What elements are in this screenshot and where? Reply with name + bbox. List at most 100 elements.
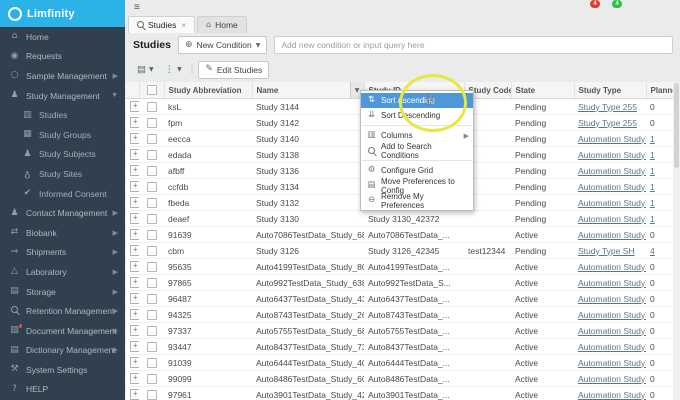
row-expand-button[interactable]: +	[130, 325, 139, 336]
study-type-link[interactable]: Automation StudyT...	[578, 358, 646, 368]
row-checkbox[interactable]	[146, 357, 157, 368]
column-header-check[interactable]	[139, 82, 165, 99]
planned-samples-link[interactable]: 1	[650, 214, 655, 224]
planned-samples-link[interactable]: 1	[650, 182, 655, 192]
row-expand-button[interactable]: +	[130, 261, 139, 272]
sidebar-item-study-subjects[interactable]: ♟ Study Subjects	[0, 145, 125, 165]
study-type-link[interactable]: Automation StudyT...	[578, 262, 646, 272]
study-type-link[interactable]: Automation StudyT...	[578, 134, 646, 144]
sidebar-item-shipments[interactable]: ⇒ Shipments ▶	[0, 243, 125, 263]
sidebar-item-retention-management[interactable]: Retention Management ▶	[0, 301, 125, 321]
menu-item-add-to-search-conditions[interactable]: Add to Search Conditions	[361, 142, 473, 160]
row-expand-button[interactable]: +	[130, 181, 139, 192]
row-expand-button[interactable]: +	[130, 341, 139, 352]
column-header-abbrev[interactable]: Study Abbreviation	[164, 82, 253, 99]
planned-samples-link[interactable]: 1	[650, 166, 655, 176]
study-type-link[interactable]: Automation StudyT...	[578, 198, 646, 208]
study-type-link[interactable]: Study Type SH	[578, 246, 635, 256]
tab-close-icon[interactable]: ×	[181, 21, 186, 30]
column-header-expand[interactable]	[126, 82, 140, 99]
vertical-scrollbar[interactable]	[673, 82, 680, 400]
study-type-link[interactable]: Automation StudyT...	[578, 230, 646, 240]
menu-item-remove-my-preferences[interactable]: ⊖ Remove My Preferences	[361, 192, 473, 210]
row-expand-button[interactable]: +	[130, 229, 139, 240]
row-checkbox[interactable]	[146, 181, 157, 192]
row-expand-button[interactable]: +	[130, 293, 139, 304]
row-expand-button[interactable]: +	[130, 101, 139, 112]
brand-header[interactable]: Limfinity	[0, 0, 125, 27]
study-type-link[interactable]: Automation StudyT...	[578, 374, 646, 384]
row-checkbox[interactable]	[146, 325, 157, 336]
row-expand-button[interactable]: +	[130, 165, 139, 176]
sidebar-item-home[interactable]: ⌂ Home	[0, 27, 125, 47]
row-checkbox[interactable]	[146, 341, 157, 352]
planned-samples-link[interactable]: 1	[650, 134, 655, 144]
column-header-study_type[interactable]: Study Type	[574, 82, 647, 99]
row-checkbox[interactable]	[146, 165, 157, 176]
menu-item-sort-ascending[interactable]: ⇅ Sort Ascending	[361, 93, 473, 108]
sidebar-item-requests[interactable]: ◉ Requests	[0, 47, 125, 67]
select-all-checkbox[interactable]	[146, 85, 157, 95]
sidebar-item-study-groups[interactable]: ▦ Study Groups	[0, 125, 125, 145]
sidebar-item-contact-management[interactable]: ♟ Contact Management ▶	[0, 203, 125, 223]
sidebar-item-biobank[interactable]: ⇄ Biobank ▶	[0, 223, 125, 243]
row-checkbox[interactable]	[146, 117, 157, 128]
sidebar-item-storage[interactable]: ▤ Storage ▶	[0, 282, 125, 302]
study-type-link[interactable]: Automation StudyT...	[578, 150, 646, 160]
tab-studies[interactable]: Studies ×	[128, 16, 196, 33]
study-type-link[interactable]: Automation StudyT...	[578, 166, 646, 176]
column-header-name[interactable]: Name ▼	[252, 82, 365, 99]
row-checkbox[interactable]	[146, 229, 157, 240]
sidebar-item-help[interactable]: ? HELP	[0, 380, 125, 400]
study-type-link[interactable]: Automation StudyT...	[578, 310, 646, 320]
query-input[interactable]	[274, 36, 673, 54]
row-checkbox[interactable]	[146, 293, 157, 304]
row-checkbox[interactable]	[146, 245, 157, 256]
study-type-link[interactable]: Automation StudyT...	[578, 182, 646, 192]
row-expand-button[interactable]: +	[130, 213, 139, 224]
study-type-link[interactable]: Study Type 255	[578, 118, 637, 128]
tab-home[interactable]: ⌂ Home	[197, 16, 247, 33]
planned-samples-link[interactable]: 1	[650, 198, 655, 208]
sidebar-item-sample-management[interactable]: ○ Sample Management ▶	[0, 66, 125, 86]
study-type-link[interactable]: Automation StudyT...	[578, 390, 646, 400]
row-expand-button[interactable]: +	[130, 357, 139, 368]
sidebar-item-study-management[interactable]: ♟ Study Management ▼	[0, 86, 125, 106]
study-type-link[interactable]: Automation StudyT...	[578, 342, 646, 352]
row-checkbox[interactable]	[146, 133, 157, 144]
edit-studies-button[interactable]: ✎ Edit Studies	[198, 60, 270, 79]
menu-item-sort-descending[interactable]: ⇊ Sort Descending	[361, 108, 473, 123]
scrollbar-thumb[interactable]	[674, 83, 679, 168]
sidebar-item-laboratory[interactable]: △ Laboratory ▶	[0, 262, 125, 282]
study-type-link[interactable]: Automation StudyT...	[578, 214, 646, 224]
row-checkbox[interactable]	[146, 213, 157, 224]
row-checkbox[interactable]	[146, 261, 157, 272]
study-type-link[interactable]: Automation StudyT...	[578, 294, 646, 304]
row-expand-button[interactable]: +	[130, 309, 139, 320]
hamburger-menu-icon[interactable]: ≡	[134, 3, 140, 13]
row-expand-button[interactable]: +	[130, 389, 139, 400]
row-expand-button[interactable]: +	[130, 117, 139, 128]
sidebar-item-dictionary-management[interactable]: ▤ Dictionary Management ▶	[0, 341, 125, 361]
study-type-link[interactable]: Automation StudyT...	[578, 326, 646, 336]
export-button[interactable]: ▤ ▼	[133, 63, 158, 77]
row-checkbox[interactable]	[146, 277, 157, 288]
study-type-link[interactable]: Study Type 255	[578, 102, 637, 112]
row-checkbox[interactable]	[146, 389, 157, 400]
new-condition-button[interactable]: ⊕ New Condition ▼	[177, 36, 268, 54]
sidebar-item-study-sites[interactable]: ♀ Study Sites	[0, 164, 125, 184]
more-actions-button[interactable]: ⋮ ▼	[161, 63, 186, 77]
row-expand-button[interactable]: +	[130, 197, 139, 208]
row-expand-button[interactable]: +	[130, 245, 139, 256]
row-checkbox[interactable]	[146, 149, 157, 160]
row-checkbox[interactable]	[146, 101, 157, 112]
row-checkbox[interactable]	[146, 197, 157, 208]
row-expand-button[interactable]: +	[130, 133, 139, 144]
row-expand-button[interactable]: +	[130, 373, 139, 384]
sidebar-item-informed-consent[interactable]: ✔ Informed Consent	[0, 184, 125, 204]
planned-samples-link[interactable]: 4	[650, 246, 655, 256]
column-header-state[interactable]: State	[511, 82, 575, 99]
planned-samples-link[interactable]: 1	[650, 150, 655, 160]
row-expand-button[interactable]: +	[130, 277, 139, 288]
sidebar-item-system-settings[interactable]: ⚒ System Settings	[0, 360, 125, 380]
